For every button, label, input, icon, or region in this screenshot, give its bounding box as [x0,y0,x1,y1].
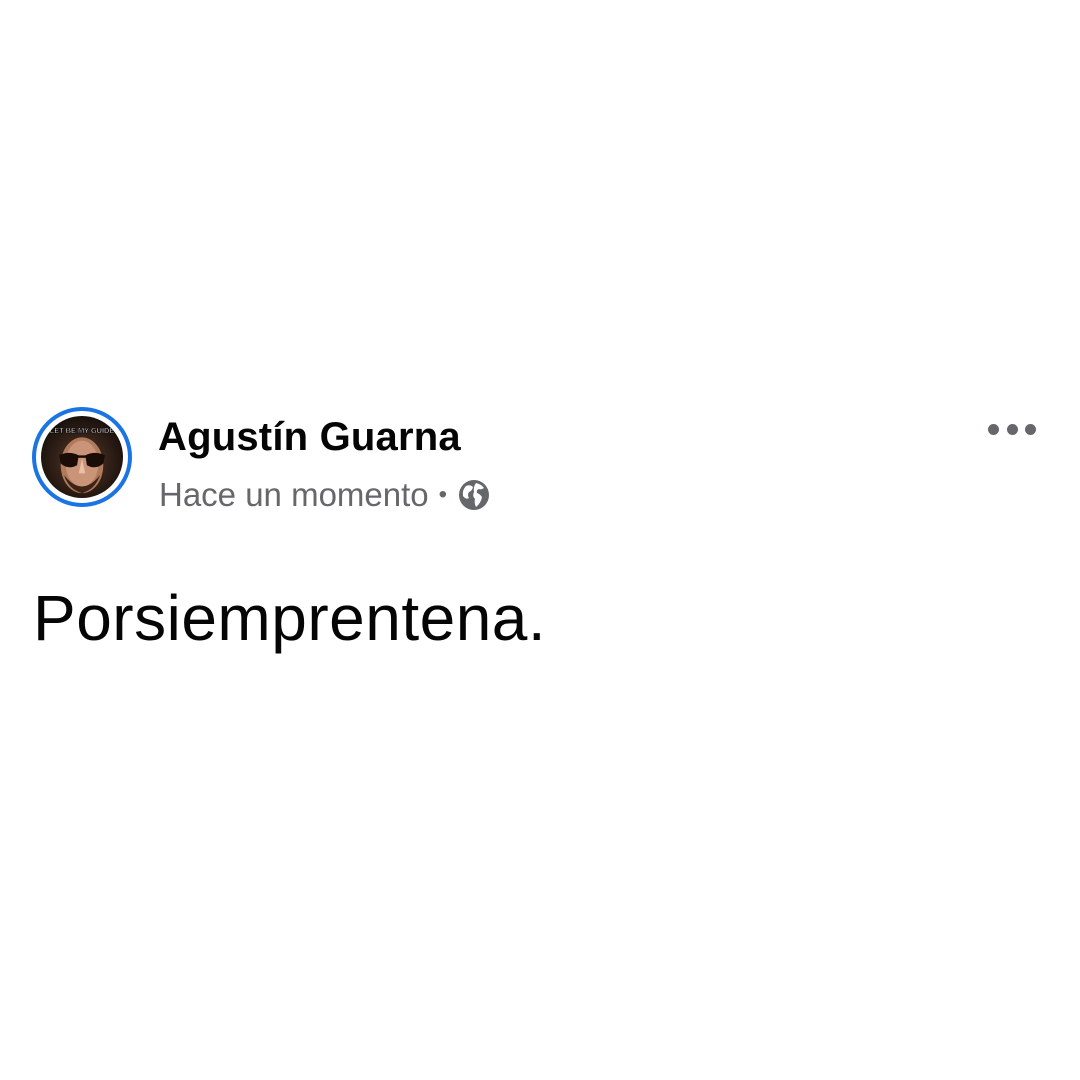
globe-icon[interactable] [457,478,491,512]
facebook-post: LET BE MY GUIDE Agustín Guarna Hace un m… [0,400,1080,680]
post-meta: Hace un momento • [159,475,491,515]
avatar[interactable]: LET BE MY GUIDE [32,407,132,507]
more-dot [988,423,999,435]
post-text: Porsiemprentena. [33,582,547,654]
post-timestamp[interactable]: Hace un momento [159,476,429,514]
avatar-overlay-text: LET BE MY GUIDE [50,426,115,435]
more-options-icon[interactable] [984,414,1040,444]
meta-separator: • [438,481,448,508]
screen: LET BE MY GUIDE Agustín Guarna Hace un m… [0,0,1080,1080]
avatar-photo: LET BE MY GUIDE [41,416,123,498]
more-dot [1006,423,1018,435]
author-name[interactable]: Agustín Guarna [158,414,461,460]
more-dot [1025,423,1036,435]
